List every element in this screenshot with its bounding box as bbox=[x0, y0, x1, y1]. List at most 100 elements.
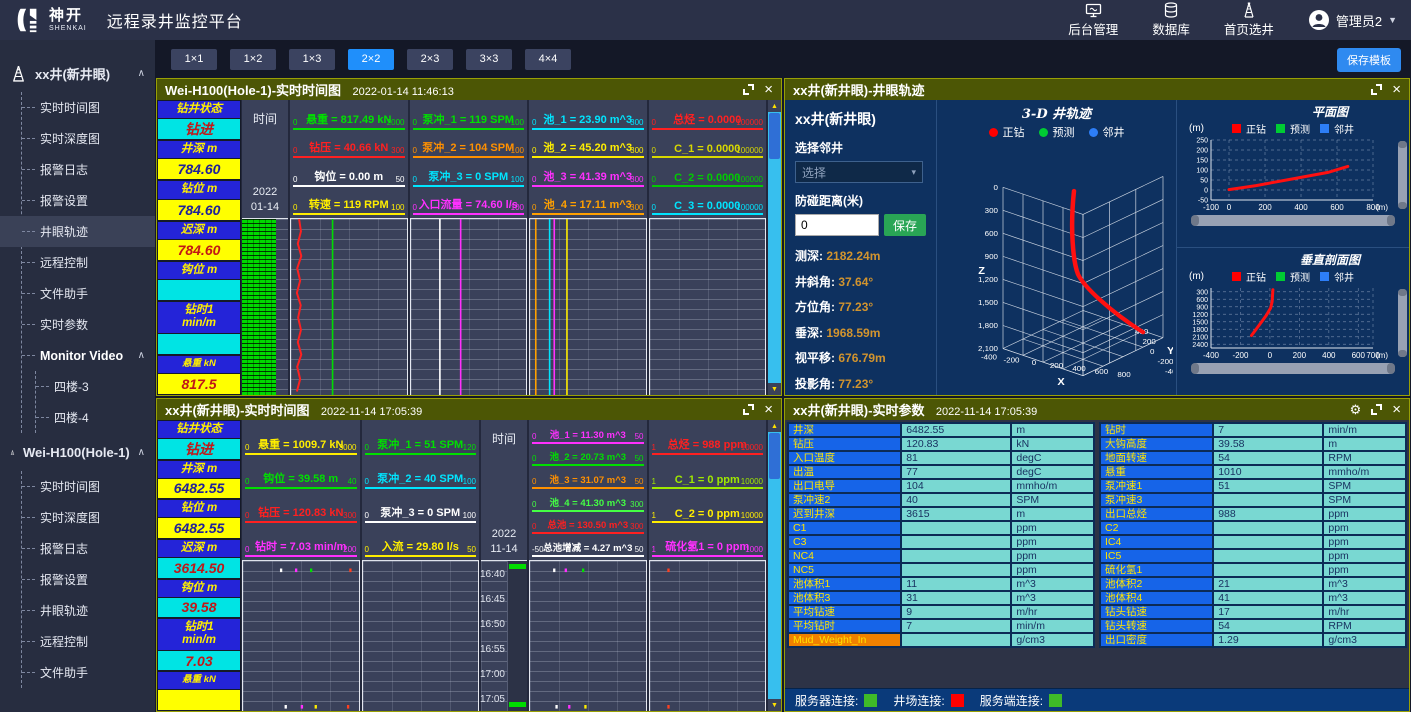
nav-home-well-select[interactable]: 首页选井 bbox=[1224, 2, 1274, 38]
save-distance-button[interactable]: 保存 bbox=[884, 214, 926, 236]
nav-database[interactable]: 数据库 bbox=[1152, 2, 1190, 38]
close-icon[interactable]: × bbox=[1392, 402, 1401, 417]
nav-admin[interactable]: 后台管理 bbox=[1068, 3, 1118, 38]
close-icon[interactable]: × bbox=[764, 402, 773, 417]
horizontal-scrollbar[interactable] bbox=[1191, 215, 1395, 226]
sidebar-item-远程控制[interactable]: 远程控制 bbox=[22, 626, 155, 657]
curve-legend[interactable]: 1C_1 = 0 ppm10000 bbox=[652, 457, 764, 489]
param-value: 784.60 bbox=[158, 200, 240, 220]
sidebar-item-文件助手[interactable]: 文件助手 bbox=[22, 657, 155, 688]
expand-icon[interactable] bbox=[1371, 404, 1382, 415]
curve-legend[interactable]: 0池_2 = 45.20 m^3300 bbox=[532, 132, 644, 159]
curve-legend[interactable]: 0悬重 = 817.49 kN2000 bbox=[293, 103, 405, 130]
curve-legend[interactable]: 0转速 = 119 RPM100 bbox=[293, 189, 405, 216]
scroll-up-icon[interactable]: ▲ bbox=[768, 100, 781, 112]
panel1-scrollbar[interactable]: ▲ ▼ bbox=[768, 100, 781, 395]
curve-legend[interactable]: 0C_1 = 0.0000100000 bbox=[652, 132, 764, 159]
sidebar-item-四楼-4[interactable]: 四楼-4 bbox=[36, 402, 155, 433]
panel3-scrollbar[interactable]: ▲ ▼ bbox=[768, 420, 781, 711]
horizontal-scrollbar[interactable] bbox=[1191, 363, 1395, 374]
sidebar-item-井眼轨迹[interactable]: 井眼轨迹 bbox=[22, 595, 155, 626]
well-node[interactable]: Wei-H100(Hole-1)∧ bbox=[0, 433, 155, 471]
grid-size-button[interactable]: 4×4 bbox=[525, 49, 571, 70]
curve-legend[interactable]: 0入口流量 = 74.60 l/s100 bbox=[413, 189, 525, 216]
grid-size-button[interactable]: 1×1 bbox=[171, 49, 217, 70]
well-node[interactable]: xx井(新井眼)∧ bbox=[0, 54, 155, 92]
curve-legend[interactable]: 0池_4 = 17.11 m^3300 bbox=[532, 189, 644, 216]
scroll-down-icon[interactable]: ▼ bbox=[768, 383, 781, 395]
curve-legend[interactable]: 0泵冲_2 = 104 SPM100 bbox=[413, 132, 525, 159]
sidebar-item-Monitor Video[interactable]: Monitor Video∧ bbox=[22, 340, 155, 371]
user-menu[interactable]: 管理员2 ▼ bbox=[1308, 9, 1397, 31]
curve-legend[interactable]: 0钩位 = 0.00 m50 bbox=[293, 160, 405, 187]
curve-legend[interactable]: 0钻时 = 7.03 min/m200 bbox=[245, 525, 357, 557]
param-unit: kN bbox=[1011, 437, 1094, 451]
param-value: 7 bbox=[901, 619, 1011, 633]
save-template-button[interactable]: 保存模板 bbox=[1337, 48, 1401, 72]
param-block: 悬重 kN817.5 bbox=[158, 356, 240, 394]
sidebar-item-文件助手[interactable]: 文件助手 bbox=[22, 278, 155, 309]
expand-icon[interactable] bbox=[743, 84, 754, 95]
curve-track-column: 1总烃 = 988 ppm100001C_1 = 0 ppm100001C_2 … bbox=[649, 420, 767, 711]
panel-title: xx井(新井眼)-实时时间图 2022-11-14 17:05:39 bbox=[165, 400, 422, 420]
sidebar-item-实时时间图[interactable]: 实时时间图 bbox=[22, 471, 155, 502]
sidebar-item-四楼-3[interactable]: 四楼-3 bbox=[36, 371, 155, 402]
sidebar-item-实时参数[interactable]: 实时参数 bbox=[22, 309, 155, 340]
curve-legend[interactable]: 0泵冲_2 = 40 SPM100 bbox=[365, 457, 477, 489]
curve-legend[interactable]: 0池_1 = 23.90 m^3300 bbox=[532, 103, 644, 130]
curve-legend[interactable]: 0池_3 = 41.39 m^3300 bbox=[532, 160, 644, 187]
sidebar-item-远程控制[interactable]: 远程控制 bbox=[22, 247, 155, 278]
curve-legend[interactable]: 0C_3 = 0.0000100000 bbox=[652, 189, 764, 216]
sidebar-item-实时深度图[interactable]: 实时深度图 bbox=[22, 123, 155, 154]
curve-legend[interactable]: 0钻压 = 40.66 kN300 bbox=[293, 132, 405, 159]
curve-legend[interactable]: 0C_2 = 0.0000100000 bbox=[652, 160, 764, 187]
curve-legend[interactable]: 0悬重 = 1009.7 kN3000 bbox=[245, 423, 357, 455]
grid-size-button[interactable]: 2×2 bbox=[348, 49, 394, 70]
curve-legend[interactable]: 0泵冲_3 = 0 SPM100 bbox=[365, 491, 477, 523]
neighbor-well-select[interactable]: 选择 ▾ bbox=[795, 161, 923, 183]
scroll-down-icon[interactable]: ▼ bbox=[768, 699, 781, 711]
sidebar-item-报警设置[interactable]: 报警设置 bbox=[22, 564, 155, 595]
sidebar-item-实时时间图[interactable]: 实时时间图 bbox=[22, 92, 155, 123]
curve-legend[interactable]: 1C_2 = 0 ppm10000 bbox=[652, 491, 764, 523]
grid-size-button[interactable]: 3×3 bbox=[466, 49, 512, 70]
scrollbar-thumb[interactable] bbox=[769, 433, 780, 479]
plan-view-card: 平面图 (m) 正钻预测邻井 250200150100500-50-100020… bbox=[1177, 100, 1409, 247]
curve-legend[interactable]: 1硫化氢1 = 0 ppm1000 bbox=[652, 525, 764, 557]
curve-legend[interactable]: 0泵冲_1 = 51 SPM120 bbox=[365, 423, 477, 455]
curve-legend[interactable]: 0钩位 = 39.58 m40 bbox=[245, 457, 357, 489]
vertical-scrollbar[interactable] bbox=[1398, 141, 1407, 209]
expand-icon[interactable] bbox=[1371, 84, 1382, 95]
curve-legend[interactable]: 1总烃 = 988 ppm10000 bbox=[652, 423, 764, 455]
grid-size-button[interactable]: 2×3 bbox=[407, 49, 453, 70]
scroll-up-icon[interactable]: ▲ bbox=[768, 420, 781, 432]
gear-icon[interactable]: ⚙ bbox=[1350, 403, 1362, 416]
legend-plan: (m) 正钻预测邻井 bbox=[1181, 121, 1409, 136]
grid-size-button[interactable]: 1×2 bbox=[230, 49, 276, 70]
curve-legend[interactable]: -50总池增减 = 4.27 m^350 bbox=[532, 536, 644, 557]
curve-legend[interactable]: 0泵冲_3 = 0 SPM100 bbox=[413, 160, 525, 187]
close-icon[interactable]: × bbox=[1392, 82, 1401, 97]
sidebar-item-报警设置[interactable]: 报警设置 bbox=[22, 185, 155, 216]
anti-collision-distance-input[interactable] bbox=[795, 214, 879, 236]
curve-legend[interactable]: 0池_1 = 11.30 m^350 bbox=[532, 423, 644, 444]
curve-legend[interactable]: 0入流 = 29.80 l/s50 bbox=[365, 525, 477, 557]
curve-legend[interactable]: 0总烃 = 0.0000100000 bbox=[652, 103, 764, 130]
close-icon[interactable]: × bbox=[764, 82, 773, 97]
curve-legend[interactable]: 0池_2 = 20.73 m^350 bbox=[532, 446, 644, 467]
vertical-scrollbar[interactable] bbox=[1398, 289, 1407, 357]
curve-legend[interactable]: 0泵冲_1 = 119 SPM100 bbox=[413, 103, 525, 130]
sidebar-item-报警日志[interactable]: 报警日志 bbox=[22, 533, 155, 564]
sidebar-item-实时深度图[interactable]: 实时深度图 bbox=[22, 502, 155, 533]
sidebar-item-井眼轨迹[interactable]: 井眼轨迹 bbox=[0, 216, 155, 247]
sidebar-item-报警日志[interactable]: 报警日志 bbox=[22, 154, 155, 185]
curve-legend[interactable]: 0总池 = 130.50 m^3300 bbox=[532, 514, 644, 535]
expand-icon[interactable] bbox=[743, 404, 754, 415]
curve-legend[interactable]: 0钻压 = 120.83 kN300 bbox=[245, 491, 357, 523]
svg-text:1800: 1800 bbox=[1192, 327, 1208, 334]
grid-size-button[interactable]: 1×3 bbox=[289, 49, 335, 70]
curve-legend[interactable]: 0池_3 = 31.07 m^350 bbox=[532, 468, 644, 489]
scrollbar-thumb[interactable] bbox=[769, 113, 780, 159]
curve-legend[interactable]: 0池_4 = 41.30 m^3300 bbox=[532, 491, 644, 512]
params-table: 井深6482.55m钻压120.83kN入口温度81degC出温77degC出口… bbox=[785, 420, 1409, 650]
